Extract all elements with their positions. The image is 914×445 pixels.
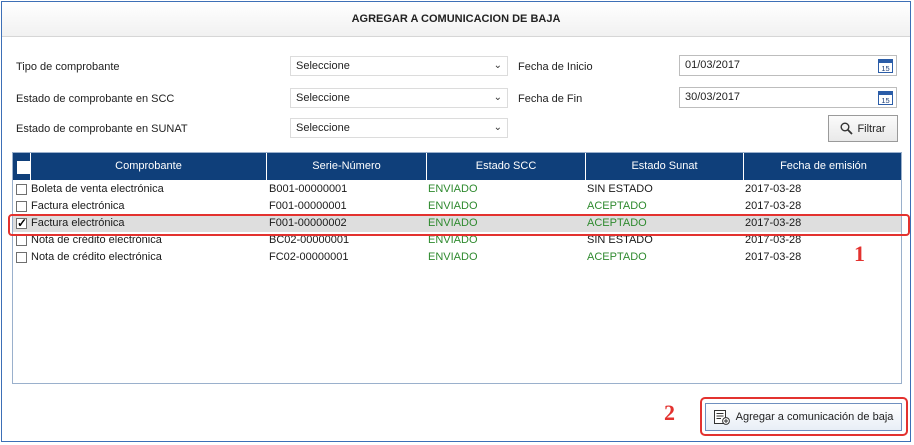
filter-button[interactable]: Filtrar	[828, 115, 898, 142]
fecha-inicio-field[interactable]: 01/03/2017 15	[679, 55, 897, 76]
calendar-day: 15	[881, 64, 889, 73]
row-checkbox[interactable]	[16, 252, 27, 263]
cell-estado-scc: ENVIADO	[428, 251, 478, 263]
estado-scc-label: Estado de comprobante en SCC	[16, 93, 175, 105]
add-to-baja-button[interactable]: Agregar a comunicación de baja	[705, 403, 902, 431]
cell-serie: F001-00000001	[269, 200, 347, 212]
add-to-baja-button-label: Agregar a comunicación de baja	[735, 411, 894, 423]
cell-comprobante: Boleta de venta electrónica	[31, 183, 164, 195]
annotation-step-2: 2	[664, 400, 675, 425]
fecha-inicio-value: 01/03/2017	[685, 59, 741, 71]
search-icon	[840, 122, 854, 135]
tipo-comprobante-select[interactable]: Seleccione ⌄	[290, 56, 508, 76]
fecha-fin-field[interactable]: 30/03/2017 15	[679, 87, 897, 108]
table-row[interactable]: Boleta de venta electrónica B001-0000000…	[13, 181, 901, 198]
column-header-estado-sunat[interactable]: Estado Sunat	[586, 153, 744, 180]
cell-estado-scc: ENVIADO	[428, 183, 478, 195]
row-checkbox[interactable]	[16, 184, 27, 195]
fecha-fin-label: Fecha de Fin	[518, 93, 583, 105]
cell-comprobante: Nota de crédito electrónica	[31, 251, 162, 263]
comprobantes-table: Comprobante Serie-Número Estado SCC Esta…	[12, 152, 902, 384]
cell-fecha: 2017-03-28	[745, 200, 802, 212]
estado-sunat-label: Estado de comprobante en SUNAT	[16, 123, 188, 135]
cell-serie: B001-00000001	[269, 183, 348, 195]
estado-sunat-value: Seleccione	[296, 122, 350, 134]
chevron-down-icon: ⌄	[493, 92, 502, 103]
select-all-checkbox[interactable]	[17, 161, 30, 174]
cell-estado-sunat: ACEPTADO	[587, 251, 647, 263]
row-checkbox[interactable]	[16, 201, 27, 212]
fecha-fin-value: 30/03/2017	[685, 91, 741, 103]
cell-fecha: 2017-03-28	[745, 183, 802, 195]
calendar-day: 15	[881, 96, 889, 105]
cell-fecha: 2017-03-28	[745, 251, 802, 263]
cell-estado-sunat: ACEPTADO	[587, 200, 647, 212]
cell-estado-scc: ENVIADO	[428, 200, 478, 212]
calendar-icon[interactable]: 15	[878, 90, 893, 105]
tipo-comprobante-value: Seleccione	[296, 60, 350, 72]
chevron-down-icon: ⌄	[493, 60, 502, 71]
filter-button-label: Filtrar	[857, 122, 886, 135]
fecha-inicio-label: Fecha de Inicio	[518, 61, 593, 73]
column-header-fecha[interactable]: Fecha de emisión	[744, 153, 901, 180]
header-select-all-cell	[13, 153, 31, 180]
calendar-icon[interactable]: 15	[878, 58, 893, 73]
column-header-estado-scc[interactable]: Estado SCC	[427, 153, 586, 180]
estado-sunat-select[interactable]: Seleccione ⌄	[290, 118, 508, 138]
annotation-step-1: 1	[854, 241, 865, 266]
selected-row-highlight	[8, 214, 910, 236]
cell-comprobante: Factura electrónica	[31, 200, 125, 212]
estado-scc-select[interactable]: Seleccione ⌄	[290, 88, 508, 108]
row-checkbox[interactable]	[16, 235, 27, 246]
chevron-down-icon: ⌄	[493, 122, 502, 133]
cell-estado-sunat: SIN ESTADO	[587, 183, 653, 195]
table-row[interactable]: Factura electrónica F001-00000001 ENVIAD…	[13, 198, 901, 215]
column-header-comprobante[interactable]: Comprobante	[31, 153, 267, 180]
tipo-comprobante-label: Tipo de comprobante	[16, 61, 120, 73]
column-header-serie[interactable]: Serie-Número	[267, 153, 427, 180]
cell-serie: FC02-00000001	[269, 251, 349, 263]
estado-scc-value: Seleccione	[296, 92, 350, 104]
table-row[interactable]: Nota de crédito electrónica FC02-0000000…	[13, 249, 901, 266]
list-icon	[713, 409, 730, 425]
dialog-title: AGREGAR A COMUNICACION DE BAJA	[2, 2, 910, 37]
table-header: Comprobante Serie-Número Estado SCC Esta…	[13, 153, 901, 180]
